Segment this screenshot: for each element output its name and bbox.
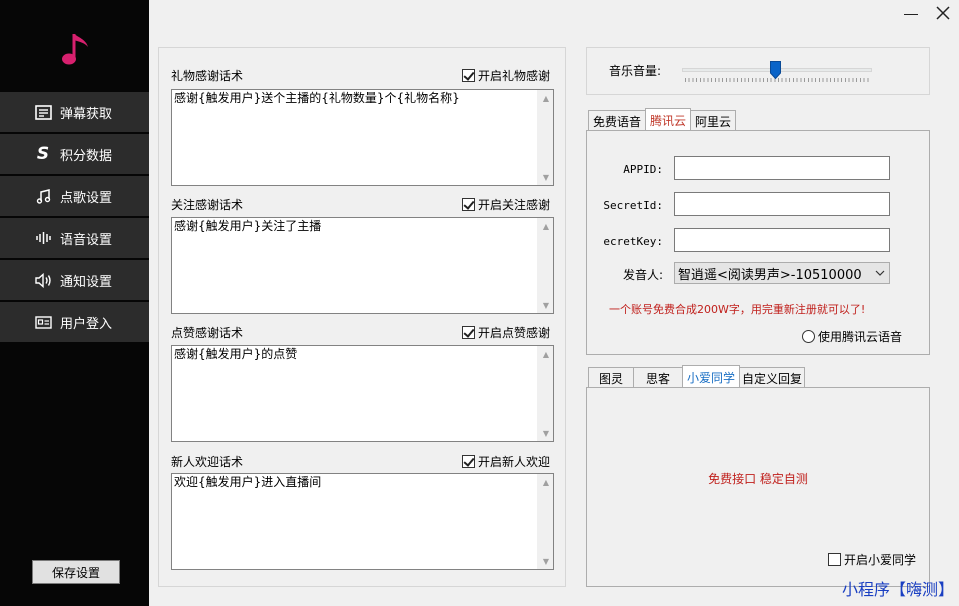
- sidebar-item-label: 积分数据: [60, 148, 113, 164]
- tencent-cloud-panel: APPID: SecretId: ecretKey: 发音人: 智逍遥<阅读男声…: [586, 130, 930, 355]
- waveform-icon: [34, 230, 52, 246]
- textarea-content: 感谢{触发用户}送个主播的{礼物数量}个{礼物名称}: [174, 91, 460, 105]
- scroll-down-icon[interactable]: ▼: [538, 169, 554, 185]
- radio-circle[interactable]: [802, 330, 815, 343]
- scroll-down-icon[interactable]: ▼: [538, 553, 554, 569]
- sidebar-item-label: 语音设置: [60, 232, 113, 248]
- checkbox-box[interactable]: [462, 198, 475, 211]
- tab-xiaoai[interactable]: 小爱同学: [682, 365, 741, 388]
- tab-aliyun[interactable]: 阿里云: [690, 110, 737, 131]
- voice-select[interactable]: 智逍遥<阅读男声>-10510000: [674, 262, 890, 284]
- scroll-down-icon[interactable]: ▼: [538, 425, 554, 441]
- like-thanks-textarea[interactable]: 感谢{触发用户}的点赞 ▲ ▼: [171, 345, 554, 442]
- scroll-up-icon[interactable]: ▲: [538, 90, 554, 106]
- like-thanks-checkbox[interactable]: 开启点赞感谢: [462, 324, 550, 341]
- checkbox-label: 开启点赞感谢: [478, 326, 551, 340]
- textarea-content: 欢迎{触发用户}进入直播间: [174, 475, 322, 489]
- follow-thanks-checkbox[interactable]: 开启关注感谢: [462, 196, 550, 213]
- appid-label: APPID:: [623, 163, 663, 176]
- secretkey-label: ecretKey:: [603, 235, 663, 248]
- sidebar: 弹幕获取 S 积分数据 点歌设置 语音设置 通知设置 用户登入 保存设置: [0, 0, 149, 606]
- speaker-icon: [34, 272, 52, 288]
- sidebar-item-voice[interactable]: 语音设置: [0, 218, 149, 258]
- appid-field[interactable]: [674, 156, 890, 180]
- checkbox-label: 开启新人欢迎: [478, 455, 551, 469]
- voice-label: 发音人:: [622, 268, 663, 282]
- sidebar-item-points[interactable]: S 积分数据: [0, 134, 149, 174]
- like-thanks-label: 点赞感谢话术: [171, 326, 244, 340]
- id-card-icon: [34, 314, 52, 330]
- tab-sike[interactable]: 思客: [633, 367, 684, 388]
- follow-thanks-textarea[interactable]: 感谢{触发用户}关注了主播 ▲ ▼: [171, 217, 554, 314]
- xiaoai-note: 免费接口 稳定自测: [708, 472, 808, 486]
- secretid-label: SecretId:: [603, 199, 663, 212]
- sidebar-item-label: 弹幕获取: [60, 106, 113, 122]
- sidebar-item-label: 通知设置: [60, 274, 113, 290]
- voice-select-value: 智逍遥<阅读男声>-10510000: [678, 267, 862, 283]
- scroll-down-icon[interactable]: ▼: [538, 297, 554, 313]
- xiaoai-checkbox[interactable]: 开启小爱同学: [828, 551, 916, 568]
- sidebar-item-label: 用户登入: [60, 316, 113, 332]
- radio-label: 使用腾讯云语音: [818, 330, 903, 344]
- follow-thanks-label: 关注感谢话术: [171, 198, 244, 212]
- secretid-field[interactable]: [674, 192, 890, 216]
- sidebar-nav: 弹幕获取 S 积分数据 点歌设置 语音设置 通知设置 用户登入: [0, 92, 149, 344]
- scroll-up-icon[interactable]: ▲: [538, 218, 554, 234]
- textarea-content: 感谢{触发用户}关注了主播: [174, 219, 322, 233]
- tab-free-voice[interactable]: 免费语音: [588, 110, 647, 131]
- welcome-label: 新人欢迎话术: [171, 455, 244, 469]
- volume-slider-thumb[interactable]: [770, 61, 781, 79]
- sidebar-item-notify[interactable]: 通知设置: [0, 260, 149, 300]
- gift-thanks-label: 礼物感谢话术: [171, 69, 244, 83]
- scrollbar[interactable]: ▲ ▼: [537, 90, 553, 185]
- scrollbar[interactable]: ▲ ▼: [537, 218, 553, 313]
- save-settings-button[interactable]: 保存设置: [32, 560, 120, 584]
- music-volume-box: 音乐音量:: [586, 47, 930, 95]
- tab-tencent-cloud[interactable]: 腾讯云: [645, 108, 692, 131]
- tab-custom-reply[interactable]: 自定义回复: [739, 367, 806, 388]
- textarea-content: 感谢{触发用户}的点赞: [174, 347, 298, 361]
- bot-tabs: 图灵 思客 小爱同学 自定义回复: [588, 365, 806, 388]
- checkbox-box[interactable]: [462, 455, 475, 468]
- use-tencent-voice-radio[interactable]: 使用腾讯云语音: [802, 328, 902, 345]
- tab-tuling[interactable]: 图灵: [588, 367, 635, 388]
- checkbox-label: 开启关注感谢: [478, 198, 551, 212]
- chevron-down-icon: [875, 270, 885, 276]
- sidebar-item-danmaku[interactable]: 弹幕获取: [0, 92, 149, 132]
- checkbox-label: 开启礼物感谢: [478, 69, 551, 83]
- minimize-icon[interactable]: [903, 6, 919, 22]
- music-note-icon: [34, 188, 52, 204]
- sidebar-item-login[interactable]: 用户登入: [0, 302, 149, 342]
- gift-thanks-textarea[interactable]: 感谢{触发用户}送个主播的{礼物数量}个{礼物名称} ▲ ▼: [171, 89, 554, 186]
- close-icon[interactable]: [934, 4, 952, 22]
- gift-thanks-checkbox[interactable]: 开启礼物感谢: [462, 67, 550, 84]
- music-note-icon: [62, 34, 88, 65]
- scrollbar[interactable]: ▲ ▼: [537, 474, 553, 569]
- checkbox-box[interactable]: [828, 553, 841, 566]
- welcome-textarea[interactable]: 欢迎{触发用户}进入直播间 ▲ ▼: [171, 473, 554, 570]
- music-volume-label: 音乐音量:: [609, 64, 662, 78]
- xiaoai-panel: 免费接口 稳定自测 开启小爱同学: [586, 387, 930, 587]
- list-icon: [34, 104, 52, 120]
- scroll-up-icon[interactable]: ▲: [538, 346, 554, 362]
- tts-tabs: 免费语音 腾讯云 阿里云: [588, 108, 737, 131]
- sidebar-item-label: 点歌设置: [60, 190, 113, 206]
- secretkey-field[interactable]: [674, 228, 890, 252]
- s-logo-icon: S: [36, 144, 50, 164]
- watermark-text: 小程序【嗨测】: [842, 580, 955, 599]
- checkbox-box[interactable]: [462, 69, 475, 82]
- scrollbar[interactable]: ▲ ▼: [537, 346, 553, 441]
- tencent-note: 一个账号免费合成200W字，用完重新注册就可以了!: [609, 303, 866, 316]
- welcome-checkbox[interactable]: 开启新人欢迎: [462, 453, 550, 470]
- thanks-scripts-panel: 礼物感谢话术 开启礼物感谢 感谢{触发用户}送个主播的{礼物数量}个{礼物名称}…: [158, 47, 566, 587]
- sidebar-item-song-request[interactable]: 点歌设置: [0, 176, 149, 216]
- checkbox-label: 开启小爱同学: [844, 553, 917, 567]
- scroll-up-icon[interactable]: ▲: [538, 474, 554, 490]
- checkbox-box[interactable]: [462, 326, 475, 339]
